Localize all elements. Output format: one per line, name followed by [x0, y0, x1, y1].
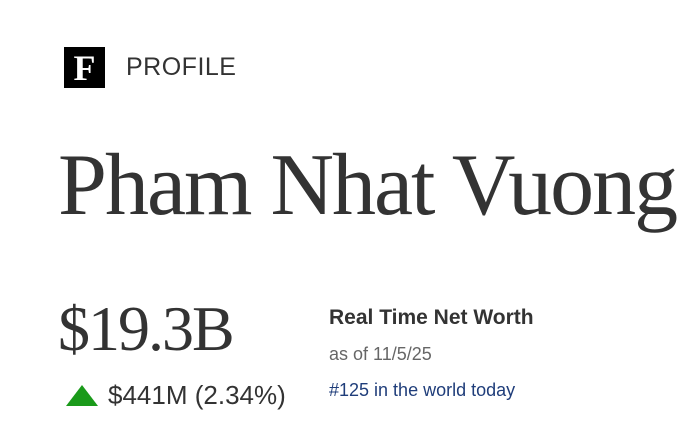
person-name: Pham Nhat Vuong [58, 137, 678, 234]
profile-header: F PROFILE [64, 47, 236, 88]
net-worth-info: Real Time Net Worth as of 11/5/25 #125 i… [329, 304, 534, 402]
net-worth-date: as of 11/5/25 [329, 344, 432, 364]
triangle-up-icon [66, 385, 98, 406]
net-worth-change: $441M (2.34%) [66, 380, 286, 411]
world-rank-link[interactable]: #125 in the world today [329, 378, 534, 402]
forbes-logo[interactable]: F [64, 47, 105, 88]
net-worth-value: $19.3B [58, 293, 235, 364]
section-label: PROFILE [126, 53, 237, 81]
net-worth-change-text: $441M (2.34%) [108, 380, 286, 410]
net-worth-label: Real Time Net Worth [329, 306, 534, 329]
logo-letter: F [73, 47, 96, 88]
